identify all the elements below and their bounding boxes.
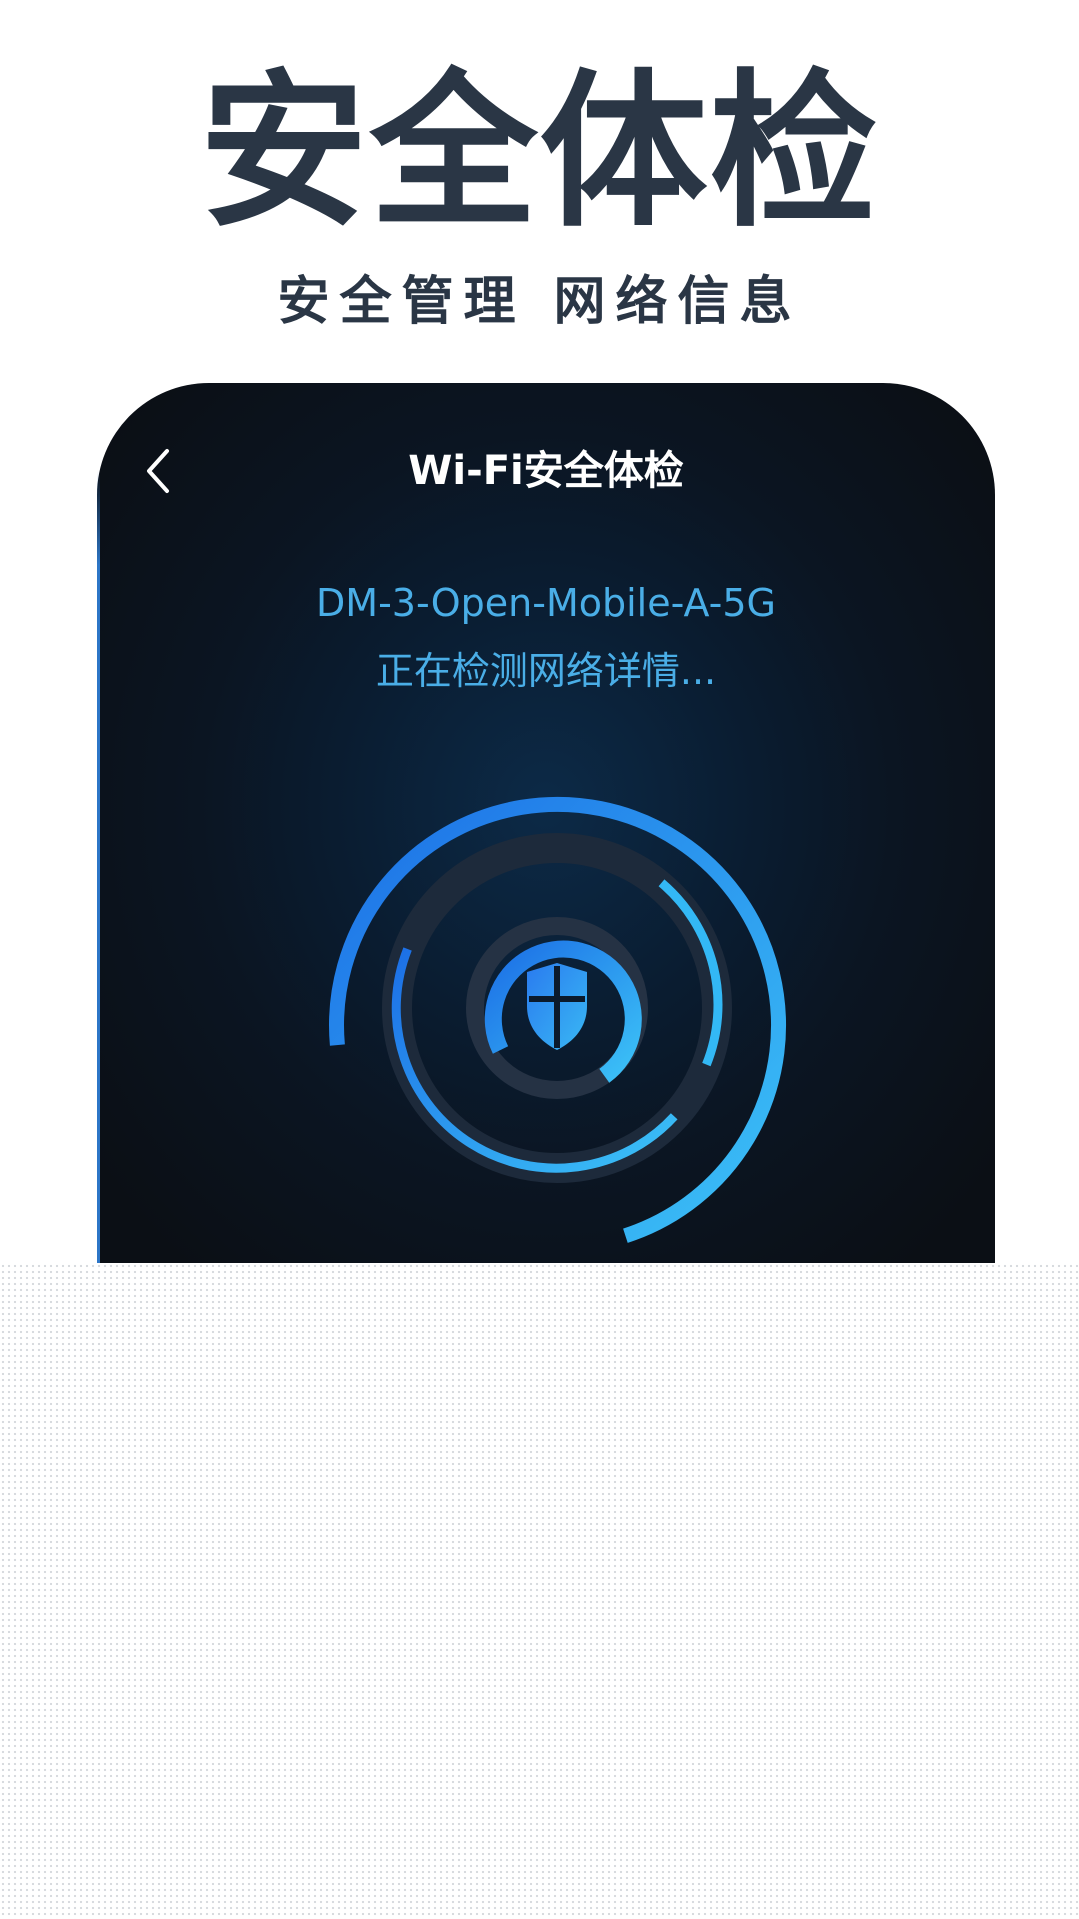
promo-headline: 安全体检: [199, 54, 880, 250]
scan-status-text: 正在检测网络详情...: [375, 649, 717, 693]
shield-icon: [527, 963, 587, 1050]
dotted-background: [0, 1263, 1079, 1919]
phone-screen: Wi-Fi安全体检 DM-3-Open-Mobile-A-5G 正在检测网络详情…: [97, 383, 995, 1263]
network-name: DM-3-Open-Mobile-A-5G: [316, 581, 776, 625]
phone-screen-edge: [97, 470, 100, 1263]
scan-animation: [329, 796, 786, 1243]
nav-title: Wi-Fi安全体检: [408, 448, 684, 494]
promo-subheadline: 安全管理 网络信息: [277, 272, 802, 332]
